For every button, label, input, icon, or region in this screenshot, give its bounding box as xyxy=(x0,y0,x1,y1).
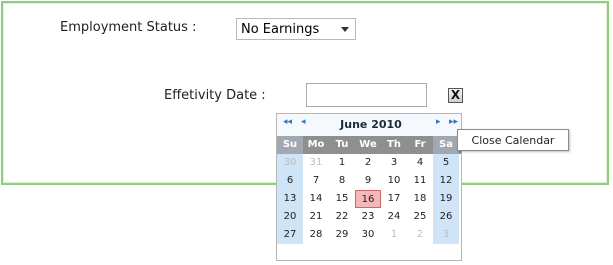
calendar-day[interactable]: 3 xyxy=(381,154,407,172)
calendar-day[interactable]: 30 xyxy=(355,226,381,244)
calendar-day[interactable]: 22 xyxy=(329,208,355,226)
calendar-day[interactable]: 7 xyxy=(303,172,329,190)
calendar-day[interactable]: 21 xyxy=(303,208,329,226)
close-calendar-button[interactable]: X xyxy=(448,88,463,103)
calendar-day[interactable]: 29 xyxy=(329,226,355,244)
calendar-day[interactable]: 9 xyxy=(355,172,381,190)
calendar-day[interactable]: 17 xyxy=(381,190,407,208)
effectivity-date-label: Effetivity Date : xyxy=(164,88,266,103)
dow-tu: Tu xyxy=(335,139,349,150)
calendar-day[interactable]: 15 xyxy=(329,190,355,208)
dow-fr: Fr xyxy=(414,139,426,150)
close-calendar-tooltip: Close Calendar xyxy=(457,129,569,151)
calendar-day[interactable]: 1 xyxy=(381,226,407,244)
calendar-day[interactable]: 23 xyxy=(355,208,381,226)
calendar-day[interactable]: 28 xyxy=(303,226,329,244)
calendar-day[interactable]: 2 xyxy=(407,226,433,244)
calendar-header: ◂◂ ◂ June 2010 ▸ ▸▸ xyxy=(277,114,461,136)
calendar-day[interactable]: 6 xyxy=(277,172,303,190)
next-year-icon[interactable]: ▸▸ xyxy=(449,117,458,127)
calendar-day[interactable]: 4 xyxy=(407,154,433,172)
dow-sa: Sa xyxy=(433,136,459,154)
dow-th: Th xyxy=(387,139,401,150)
next-month-icon[interactable]: ▸ xyxy=(436,117,441,127)
dow-mo: Mo xyxy=(307,139,325,150)
calendar-day[interactable]: 1 xyxy=(329,154,355,172)
calendar-day[interactable]: 31 xyxy=(303,154,329,172)
calendar-day[interactable]: 20 xyxy=(277,208,303,226)
calendar-day[interactable]: 10 xyxy=(381,172,407,190)
employment-status-select[interactable]: No Earnings xyxy=(236,18,356,40)
calendar-day[interactable]: 11 xyxy=(407,172,433,190)
calendar-day[interactable]: 14 xyxy=(303,190,329,208)
calendar-day-today[interactable]: 16 xyxy=(355,190,381,208)
chevron-down-icon xyxy=(341,27,349,32)
calendar-days-grid: 30 31 1 2 3 4 5 6 7 8 9 10 11 12 13 14 15 16 17 18 19 20 21 22 2… xyxy=(277,154,461,244)
calendar-day[interactable]: 5 xyxy=(433,154,459,172)
dow-su: Su xyxy=(277,136,303,154)
calendar-title: June 2010 xyxy=(340,118,402,131)
effectivity-date-input[interactable] xyxy=(306,83,427,107)
calendar-day[interactable]: 2 xyxy=(355,154,381,172)
employment-status-value: No Earnings xyxy=(241,21,320,37)
calendar-day[interactable]: 12 xyxy=(433,172,459,190)
calendar-day[interactable]: 3 xyxy=(433,226,459,244)
calendar-day[interactable]: 8 xyxy=(329,172,355,190)
calendar-day[interactable]: 24 xyxy=(381,208,407,226)
calendar-day[interactable]: 13 xyxy=(277,190,303,208)
calendar-day[interactable]: 30 xyxy=(277,154,303,172)
day-of-week-header: Su Mo Tu We Th Fr Sa xyxy=(277,136,461,154)
prev-year-icon[interactable]: ◂◂ xyxy=(283,117,292,127)
calendar-day[interactable]: 19 xyxy=(433,190,459,208)
calendar-day[interactable]: 25 xyxy=(407,208,433,226)
employment-status-label: Employment Status : xyxy=(60,20,197,35)
calendar-day[interactable]: 18 xyxy=(407,190,433,208)
calendar-popup: ◂◂ ◂ June 2010 ▸ ▸▸ Su Mo Tu We Th Fr Sa… xyxy=(276,113,462,261)
calendar-day[interactable]: 27 xyxy=(277,226,303,244)
prev-month-icon[interactable]: ◂ xyxy=(301,117,306,127)
calendar-day[interactable]: 26 xyxy=(433,208,459,226)
dow-we: We xyxy=(359,139,377,150)
